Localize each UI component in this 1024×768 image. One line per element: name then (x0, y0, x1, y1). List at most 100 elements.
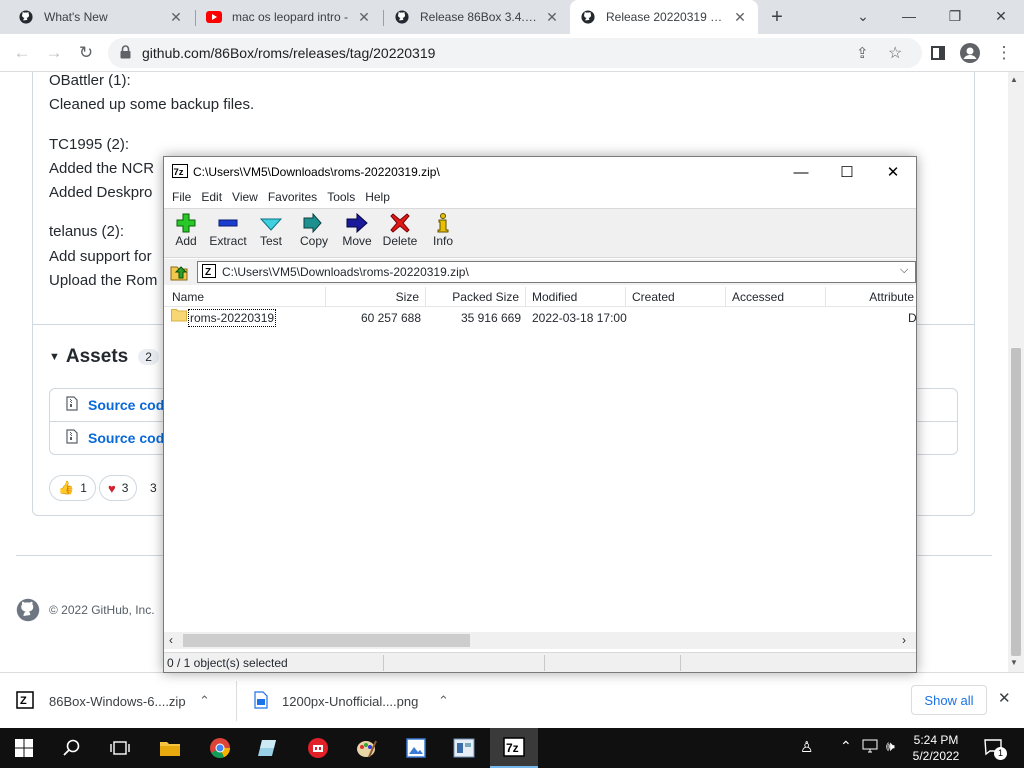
youtube-icon (206, 9, 222, 25)
image-viewer-icon[interactable] (392, 728, 440, 768)
app-icon[interactable] (294, 728, 342, 768)
7zip-path-combobox[interactable]: Z C:\Users\VM5\Downloads\roms-20220319.z… (197, 261, 916, 283)
close-icon[interactable]: ✕ (544, 9, 560, 26)
chevron-up-icon[interactable]: ⌃ (840, 738, 852, 755)
menu-help[interactable]: Help (365, 190, 390, 204)
chevron-up-icon[interactable]: ⌃ (199, 693, 210, 709)
address-bar[interactable]: github.com/86Box/roms/releases/tag/20220… (108, 38, 922, 68)
copy-button[interactable]: Copy (292, 212, 336, 248)
column-accessed[interactable]: Accessed (726, 287, 826, 307)
tab-roms-release[interactable]: Release 20220319 ROM ✕ (570, 0, 758, 34)
reaction-count: 3 (121, 481, 129, 495)
download-item[interactable]: Z 86Box-Windows-6....zip ⌃ (16, 673, 226, 729)
paint-icon[interactable] (342, 728, 390, 768)
asset-link[interactable]: Source code (88, 397, 172, 413)
tab-youtube[interactable]: mac os leopard intro - ✕ (196, 0, 382, 34)
reload-button[interactable]: ↻ (72, 39, 100, 67)
column-modified[interactable]: Modified (526, 287, 626, 307)
forward-button[interactable]: → (40, 39, 68, 67)
reaction-heart[interactable]: ♥ 3 (99, 475, 138, 501)
file-list-row[interactable]: roms-20220319 60 257 688 35 916 669 2022… (164, 308, 916, 328)
app-icon[interactable] (440, 728, 488, 768)
chrome-icon[interactable] (196, 728, 244, 768)
show-all-button[interactable]: Show all (911, 685, 987, 715)
column-created[interactable]: Created (626, 287, 726, 307)
search-icon[interactable] (48, 728, 96, 768)
task-view-icon[interactable] (96, 728, 144, 768)
menu-kebab-icon[interactable]: ⋮ (990, 39, 1018, 67)
restore-button[interactable]: ❐ (932, 0, 978, 32)
column-packed-size[interactable]: Packed Size (426, 287, 526, 307)
move-button[interactable]: Move (335, 212, 379, 248)
heart-icon: ♥ (108, 480, 116, 496)
menu-favorites[interactable]: Favorites (268, 190, 317, 204)
close-icon[interactable]: ✕ (168, 9, 184, 26)
plus-icon (164, 212, 208, 234)
minimize-button[interactable]: — (778, 157, 824, 187)
info-button[interactable]: Info (421, 212, 465, 248)
asset-link[interactable]: Source code (88, 430, 172, 446)
url-text: github.com/86Box/roms/releases/tag/20220… (142, 45, 436, 61)
github-logo-icon[interactable] (16, 598, 40, 625)
scroll-down-icon[interactable]: ▼ (1010, 658, 1018, 667)
share-icon[interactable]: ⇪ (856, 44, 869, 62)
tool-label: Delete (382, 234, 418, 248)
chevron-up-icon[interactable]: ⌃ (438, 693, 449, 709)
file-list-hscrollbar[interactable]: ‹ › (164, 632, 916, 649)
clock[interactable]: 5:24 PM 5/2/2022 (908, 732, 964, 764)
archive-icon: Z (202, 263, 216, 281)
tab-whats-new[interactable]: What's New ✕ (8, 0, 194, 34)
assets-toggle[interactable]: ▼ Assets 2 (49, 346, 159, 368)
menu-edit[interactable]: Edit (201, 190, 222, 204)
download-item[interactable]: 1200px-Unofficial....png ⌃ (254, 673, 464, 729)
delete-button[interactable]: Delete (378, 212, 422, 248)
scroll-right-icon[interactable]: › (902, 633, 906, 647)
page-scrollbar[interactable]: ▲ ▼ (1008, 72, 1024, 672)
reaction-thumbs-up[interactable]: 👍 1 (49, 475, 96, 501)
tool-label: Test (259, 234, 282, 248)
menu-tools[interactable]: Tools (327, 190, 355, 204)
tab-search-icon[interactable]: ⌄ (840, 0, 886, 32)
bookmark-star-icon[interactable]: ☆ (888, 43, 902, 63)
scroll-left-icon[interactable]: ‹ (169, 633, 173, 647)
lock-icon[interactable] (120, 45, 131, 62)
close-button[interactable]: ✕ (870, 157, 916, 187)
profile-avatar-icon[interactable] (956, 39, 984, 67)
close-window-button[interactable]: ✕ (978, 0, 1024, 32)
file-explorer-icon[interactable] (146, 728, 194, 768)
extract-button[interactable]: Extract (206, 212, 250, 248)
side-panel-icon[interactable] (924, 39, 952, 67)
menu-view[interactable]: View (232, 190, 258, 204)
close-icon[interactable]: ✕ (356, 9, 372, 26)
chevron-down-icon[interactable]: ⌵ (900, 264, 908, 277)
windows-start-icon[interactable] (0, 728, 48, 768)
column-name[interactable]: Name (164, 287, 326, 307)
app-icon[interactable] (244, 728, 292, 768)
window-title: C:\Users\VM5\Downloads\roms-20220319.zip… (193, 165, 440, 179)
up-folder-icon[interactable] (170, 263, 188, 284)
menu-file[interactable]: File (172, 190, 191, 204)
volume-icon[interactable]: 🕪 (886, 738, 895, 755)
close-icon[interactable]: ✕ (732, 9, 748, 26)
scroll-up-icon[interactable]: ▲ (1010, 75, 1018, 84)
network-icon[interactable] (862, 738, 878, 757)
minimize-button[interactable]: — (886, 0, 932, 32)
new-tab-button[interactable]: + (764, 6, 790, 28)
column-size[interactable]: Size (326, 287, 426, 307)
github-icon (394, 9, 410, 25)
scrollbar-thumb[interactable] (1011, 348, 1021, 656)
close-downloads-icon[interactable]: ✕ (998, 689, 1011, 707)
test-button[interactable]: Test (249, 212, 293, 248)
column-attributes[interactable]: Attribute (826, 287, 916, 307)
7zip-titlebar[interactable]: 7z C:\Users\VM5\Downloads\roms-20220319.… (164, 157, 916, 187)
github-icon (18, 9, 34, 25)
file-name-cell: roms-20220319 (171, 308, 277, 328)
add-button[interactable]: Add (164, 212, 208, 248)
back-button[interactable]: ← (8, 39, 36, 67)
7zip-app-icon: 7z (172, 163, 188, 181)
tab-86box-release[interactable]: Release 86Box 3.4.1 · 8 ✕ (384, 0, 570, 34)
people-icon[interactable]: ♙ (800, 738, 813, 756)
maximize-button[interactable]: ☐ (824, 157, 870, 187)
scrollbar-thumb[interactable] (183, 634, 470, 647)
7zip-taskbar-icon[interactable]: 7z (490, 728, 538, 768)
